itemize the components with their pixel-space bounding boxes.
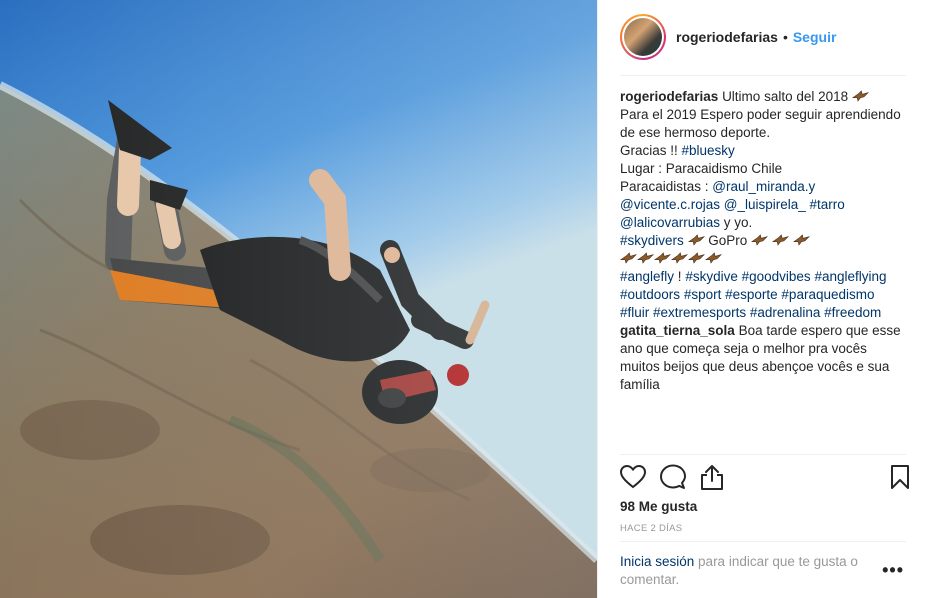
hashtag-link[interactable]: #fluir [620, 305, 649, 320]
comment-icon[interactable] [660, 464, 686, 490]
eagle-emoji-icon [771, 234, 789, 246]
action-bar [620, 462, 910, 492]
eagle-emoji-icon [654, 252, 671, 264]
hashtag-link[interactable]: #esporte [725, 287, 778, 302]
hashtag-link[interactable]: #bluesky [682, 143, 735, 158]
hashtag-link[interactable]: #skydive [685, 269, 738, 284]
hashtag-link[interactable]: #tarro [810, 197, 845, 212]
comment-username[interactable]: gatita_tierna_sola [620, 323, 735, 338]
login-divider [620, 541, 906, 542]
caption-line: Lugar : Paracaidismo Chile [620, 161, 783, 176]
caption-line: de ese hermoso deporte. [620, 125, 771, 140]
share-icon[interactable] [700, 464, 724, 490]
hashtag-link[interactable]: #goodvibes [742, 269, 811, 284]
caption-username[interactable]: rogeriodefarias [620, 89, 718, 104]
mention-link[interactable]: @vicente.c.rojas [620, 197, 720, 212]
caption-line: y yo. [720, 215, 753, 230]
eagle-emoji-icon [637, 252, 654, 264]
login-prompt: Inicia sesión para indicar que te gusta … [620, 553, 880, 589]
bookmark-icon[interactable] [890, 464, 910, 490]
actions-divider [620, 454, 906, 455]
eagle-emoji-icon [688, 252, 705, 264]
hashtag-link[interactable]: #adrenalina [750, 305, 821, 320]
hashtag-link[interactable]: #angleflying [814, 269, 886, 284]
hashtag-link[interactable]: #paraquedismo [781, 287, 874, 302]
post-side-panel: rogeriodefarias • Seguir rogeriodefarias… [597, 0, 926, 598]
eagle-emoji-icon [687, 234, 705, 246]
hashtag-link[interactable]: #freedom [824, 305, 881, 320]
hashtag-link[interactable]: #anglefly [620, 269, 674, 284]
eagle-emoji-icon [620, 252, 637, 264]
caption-line: Para el 2019 Espero poder seguir aprendi… [620, 107, 901, 122]
avatar-image [624, 18, 662, 56]
header-separator: • [782, 29, 788, 45]
mention-link[interactable]: @_luispirela_ [724, 197, 806, 212]
mention-link[interactable]: @lalicovarrubias [620, 215, 720, 230]
caption-line: Gracias !! [620, 143, 682, 158]
avatar[interactable] [620, 14, 666, 60]
header-username[interactable]: rogeriodefarias [676, 29, 778, 45]
caption-line: GoPro [704, 233, 748, 248]
mention-link[interactable]: @raul_miranda.y [712, 179, 815, 194]
caption-line: Paracaidistas : [620, 179, 713, 194]
skydiving-image [0, 0, 597, 598]
eagle-emoji-icon [851, 90, 869, 102]
hashtag-link[interactable]: #extremesports [653, 305, 746, 320]
likes-count[interactable]: 98 Me gusta [620, 499, 697, 514]
header-divider [620, 75, 906, 76]
hashtag-link[interactable]: #skydivers [620, 233, 684, 248]
post-timestamp[interactable]: HACE 2 DÍAS [620, 523, 682, 534]
caption-line: Ultimo salto del 2018 [722, 89, 849, 104]
eagle-emoji-icon [705, 252, 722, 264]
eagle-emoji-icon [792, 234, 810, 246]
eagle-emoji-icon [751, 234, 769, 246]
comments-list: rogeriodefarias Ultimo salto del 2018 Pa… [620, 88, 910, 394]
hashtag-link[interactable]: #sport [684, 287, 722, 302]
caption: rogeriodefarias Ultimo salto del 2018 Pa… [620, 88, 910, 322]
caption-line: ! [674, 269, 686, 284]
eagle-emoji-icon [671, 252, 688, 264]
follow-button[interactable]: Seguir [793, 29, 837, 45]
post-photo[interactable] [0, 0, 597, 598]
comment: gatita_tierna_sola Boa tarde espero que … [620, 322, 910, 394]
more-options-button[interactable]: ••• [882, 560, 904, 581]
post-header: rogeriodefarias • Seguir [620, 14, 906, 60]
heart-icon[interactable] [620, 465, 646, 489]
hashtag-link[interactable]: #outdoors [620, 287, 680, 302]
login-link[interactable]: Inicia sesión [620, 554, 694, 569]
